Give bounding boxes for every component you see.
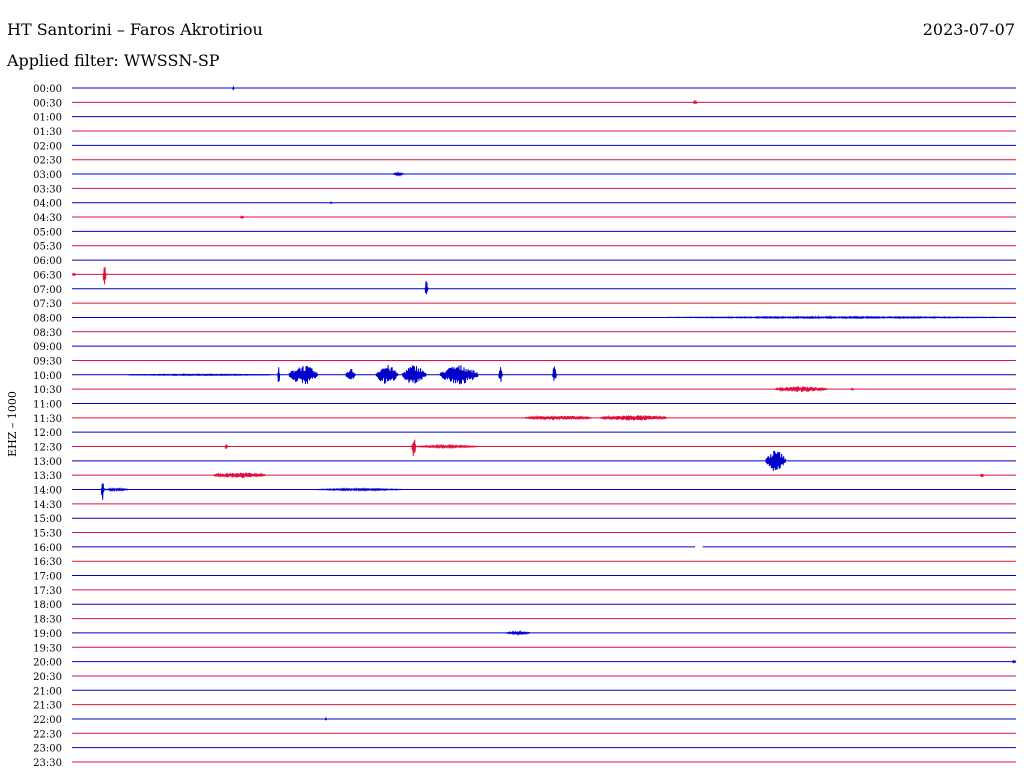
row-time-label: 18:00 xyxy=(33,600,62,611)
seismic-event xyxy=(324,716,328,721)
row-time-label: 20:00 xyxy=(33,658,62,669)
row-time-label: 09:30 xyxy=(33,356,62,367)
row-time-label: 06:30 xyxy=(33,270,62,281)
row-time-label: 21:30 xyxy=(33,701,62,712)
row-time-label: 19:30 xyxy=(33,643,62,654)
row-time-label: 22:00 xyxy=(33,715,62,726)
seismic-event xyxy=(850,387,855,391)
seismic-event xyxy=(102,266,107,285)
seismic-event xyxy=(524,414,592,421)
row-time-label: 21:00 xyxy=(33,686,62,697)
seismic-event xyxy=(392,171,405,177)
row-time-label: 08:30 xyxy=(33,328,62,339)
row-time-label: 01:30 xyxy=(33,127,62,138)
seismic-event xyxy=(128,373,271,377)
row-time-label: 02:00 xyxy=(33,141,62,152)
row-time-label: 17:30 xyxy=(33,586,62,597)
row-time-label: 23:30 xyxy=(33,758,62,769)
y-axis-label: EHZ – 1000 xyxy=(6,391,19,457)
seismic-event xyxy=(401,365,427,384)
row-time-label: 14:00 xyxy=(33,486,62,497)
seismic-event xyxy=(765,450,787,472)
row-time-label: 08:00 xyxy=(33,313,62,324)
row-time-label: 00:30 xyxy=(33,98,62,109)
row-time-label: 06:00 xyxy=(33,256,62,267)
helicorder-plot: EHZ – 1000 00:00 00:30 01:00 01:30 02:00 02:30… xyxy=(6,84,1017,769)
seismic-event xyxy=(505,629,531,637)
seismic-event xyxy=(600,414,668,421)
seismic-event xyxy=(71,272,77,277)
row-time-label: 03:30 xyxy=(33,184,62,195)
row-time-label: 12:30 xyxy=(33,443,62,454)
seismic-event xyxy=(411,439,417,457)
seismic-event xyxy=(552,366,557,381)
row-time-label: 04:30 xyxy=(33,213,62,224)
row-time-label: 09:00 xyxy=(33,342,62,353)
seismic-event xyxy=(439,365,479,385)
row-time-label: 15:00 xyxy=(33,514,62,525)
seismic-event xyxy=(774,386,828,392)
row-time-label: 04:00 xyxy=(33,199,62,210)
seismic-event xyxy=(345,369,356,380)
row-time-label: 13:00 xyxy=(33,457,62,468)
seismic-event xyxy=(415,443,479,450)
row-time-label: 17:00 xyxy=(33,572,62,583)
seismic-event xyxy=(498,367,503,382)
row-time-label: 15:30 xyxy=(33,529,62,540)
seismic-event xyxy=(317,487,403,492)
row-time-label: 01:00 xyxy=(33,113,62,124)
seismic-event xyxy=(277,367,281,383)
row-time-label: 16:30 xyxy=(33,557,62,568)
seismic-event xyxy=(329,201,333,205)
seismic-event xyxy=(239,215,245,220)
row-time-label: 11:00 xyxy=(33,399,62,410)
row-time-label: 14:30 xyxy=(33,500,62,511)
seismic-event xyxy=(288,365,318,384)
row-time-label: 18:30 xyxy=(33,615,62,626)
row-time-label: 11:30 xyxy=(33,414,62,425)
row-time-label: 16:00 xyxy=(33,543,62,554)
row-time-label: 23:00 xyxy=(33,744,62,755)
row-time-label: 22:30 xyxy=(33,729,62,740)
seismic-event xyxy=(1011,659,1017,664)
row-time-label: 00:00 xyxy=(33,84,62,95)
row-time-label: 07:00 xyxy=(33,285,62,296)
seismic-event xyxy=(424,281,429,295)
seismic-event xyxy=(213,472,266,478)
seismic-event xyxy=(375,365,399,384)
row-time-label: 10:00 xyxy=(33,371,62,382)
seismic-event xyxy=(979,472,985,478)
seismic-event xyxy=(224,444,229,450)
row-time-label: 12:00 xyxy=(33,428,62,439)
row-time-label: 19:00 xyxy=(33,629,62,640)
seismic-event xyxy=(103,487,129,493)
row-time-label: 05:30 xyxy=(33,242,62,253)
seismic-event xyxy=(100,483,105,500)
row-time-label: 13:30 xyxy=(33,471,62,482)
seismic-event xyxy=(232,85,235,92)
row-time-label: 05:00 xyxy=(33,227,62,238)
row-time-label: 07:30 xyxy=(33,299,62,310)
row-time-label: 03:00 xyxy=(33,170,62,181)
row-time-label: 02:30 xyxy=(33,156,62,167)
seismic-event xyxy=(692,99,698,105)
row-time-label: 10:30 xyxy=(33,385,62,396)
seismic-event xyxy=(666,315,1017,320)
row-time-label: 20:30 xyxy=(33,672,62,683)
